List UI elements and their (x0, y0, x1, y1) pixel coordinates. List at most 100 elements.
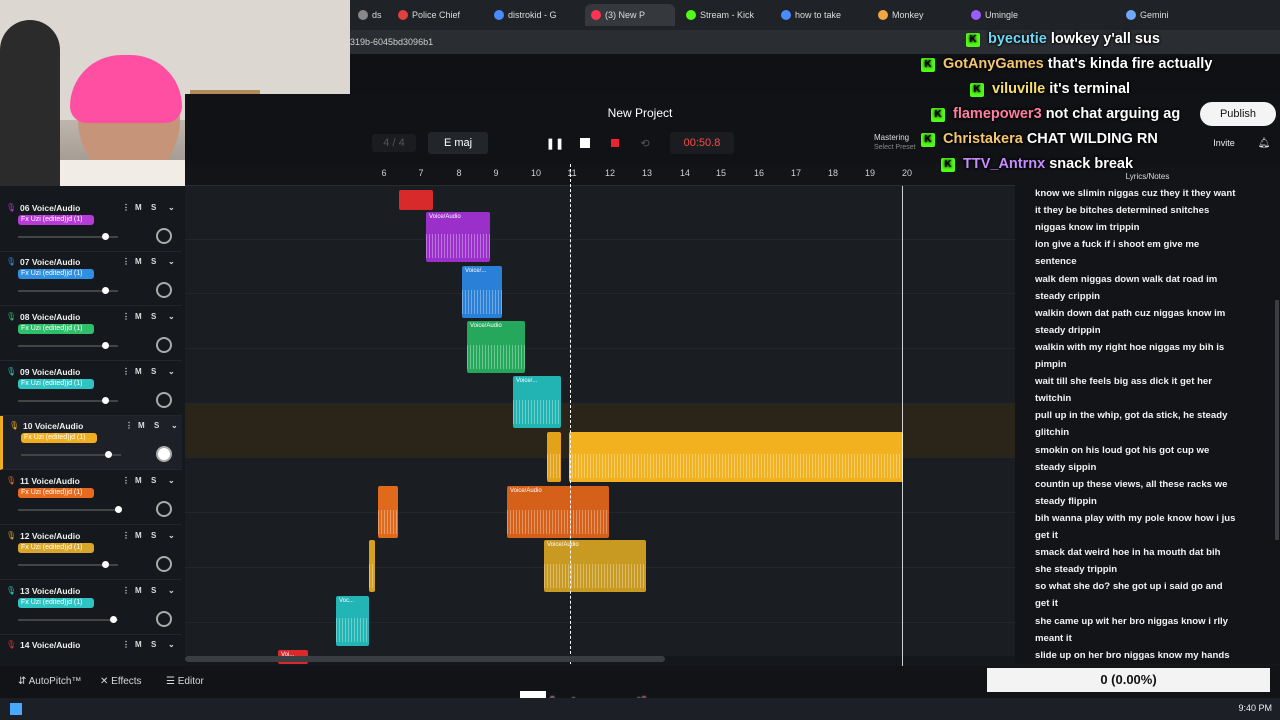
track-header[interactable]: 🎙︎ 13 Voice/Audio ⋮ M S ⌄ Fx Uzi (edited)jd (1… (0, 581, 182, 635)
record-button[interactable] (605, 134, 625, 152)
project-end-marker[interactable] (902, 186, 903, 666)
lyrics-line[interactable]: niggas know im trippin (1035, 219, 1260, 236)
track-header[interactable]: 🎙︎ 07 Voice/Audio ⋮ M S ⌄ Fx Uzi (edited)jd (1… (0, 252, 182, 306)
volume-slider[interactable] (18, 616, 118, 623)
pan-knob[interactable] (156, 228, 172, 244)
track-name[interactable]: 06 Voice/Audio (20, 203, 80, 213)
browser-tab[interactable]: Monkey (872, 4, 960, 26)
more-menu-icon[interactable]: ⋮ (122, 531, 130, 540)
lyrics-line[interactable]: so what she do? she got up i said go and (1035, 578, 1260, 595)
fx-chip[interactable]: Fx Uzi (edited)jd (1) (18, 379, 94, 389)
lyrics-line[interactable]: she came up wit her bro niggas know i rl… (1035, 613, 1260, 630)
volume-slider[interactable] (18, 342, 118, 349)
volume-thumb[interactable] (102, 561, 109, 568)
volume-thumb[interactable] (105, 451, 112, 458)
key-selector[interactable]: E maj (428, 132, 488, 154)
more-menu-icon[interactable]: ⋮ (122, 586, 130, 595)
lyrics-line[interactable]: countin up these views, all these racks … (1035, 476, 1260, 493)
lyrics-line[interactable]: meant it (1035, 630, 1260, 647)
browser-tab[interactable]: how to take (775, 4, 865, 26)
lyrics-line[interactable]: walk dem niggas down walk dat road im (1035, 271, 1260, 288)
solo-button[interactable]: S (151, 586, 156, 595)
volume-slider[interactable] (18, 506, 122, 513)
lyrics-line[interactable]: get it (1035, 527, 1260, 544)
volume-thumb[interactable] (102, 342, 109, 349)
lyrics-line[interactable]: smokin on his loud got his got cup we (1035, 442, 1260, 459)
stop-button[interactable] (575, 134, 595, 152)
audio-clip[interactable]: Voice/Audio (467, 321, 525, 373)
track-header[interactable]: 🎙︎ 06 Voice/Audio ⋮ M S ⌄ Fx Uzi (edited)jd (1… (0, 198, 182, 252)
lyrics-line[interactable]: steady sippin (1035, 459, 1260, 476)
chevron-down-icon[interactable]: ⌄ (168, 203, 175, 212)
track-name[interactable]: 09 Voice/Audio (20, 367, 80, 377)
track-name[interactable]: 10 Voice/Audio (23, 421, 83, 431)
mute-button[interactable]: M (135, 312, 142, 321)
mute-button[interactable]: M (135, 203, 142, 212)
track-name[interactable]: 13 Voice/Audio (20, 586, 80, 596)
mute-button[interactable]: M (135, 476, 142, 485)
lyrics-line[interactable]: steady crippin (1035, 288, 1260, 305)
chevron-down-icon[interactable]: ⌄ (168, 476, 175, 485)
pan-knob[interactable] (156, 446, 172, 462)
bars-display[interactable]: 4 / 4 (372, 134, 416, 152)
audio-clip[interactable]: Voice/... (462, 266, 502, 318)
browser-tab[interactable]: Umingle (965, 4, 1050, 26)
more-menu-icon[interactable]: ⋮ (125, 421, 133, 430)
audio-clip[interactable]: Voice/Audio (426, 212, 490, 262)
chevron-down-icon[interactable]: ⌄ (168, 312, 175, 321)
audio-clip[interactable] (369, 540, 375, 592)
audio-clip[interactable] (399, 190, 433, 210)
more-menu-icon[interactable]: ⋮ (122, 640, 130, 649)
volume-slider[interactable] (18, 233, 118, 240)
more-menu-icon[interactable]: ⋮ (122, 312, 130, 321)
more-menu-icon[interactable]: ⋮ (122, 257, 130, 266)
audio-clip[interactable]: Voice/Audio (544, 540, 646, 592)
volume-thumb[interactable] (110, 616, 117, 623)
lyrics-line[interactable]: steady drippin (1035, 322, 1260, 339)
pan-knob[interactable] (156, 556, 172, 572)
audio-clip[interactable]: Voc... (336, 596, 369, 646)
pause-button[interactable]: ❚❚ (545, 134, 565, 152)
playhead[interactable] (570, 164, 571, 664)
pan-knob[interactable] (156, 282, 172, 298)
chevron-down-icon[interactable]: ⌄ (168, 586, 175, 595)
pan-knob[interactable] (156, 337, 172, 353)
volume-slider[interactable] (18, 397, 118, 404)
pan-knob[interactable] (156, 501, 172, 517)
start-icon[interactable] (10, 703, 22, 715)
audio-clip[interactable]: Voice/Audio (507, 486, 609, 538)
pan-knob[interactable] (156, 611, 172, 627)
pan-knob[interactable] (156, 392, 172, 408)
track-header[interactable]: 🎙︎ 10 Voice/Audio ⋮ M S ⌄ Fx Uzi (edited)jd (1… (0, 416, 182, 470)
track-name[interactable]: 07 Voice/Audio (20, 257, 80, 267)
audio-clip[interactable] (378, 486, 398, 538)
publish-button[interactable]: Publish (1200, 102, 1276, 126)
volume-slider[interactable] (21, 451, 121, 458)
chevron-down-icon[interactable]: ⌄ (168, 531, 175, 540)
mute-button[interactable]: M (138, 421, 145, 430)
browser-tab[interactable]: Gemini (1120, 4, 1178, 26)
mute-button[interactable]: M (135, 257, 142, 266)
lyrics-line[interactable]: steady flippin (1035, 493, 1260, 510)
solo-button[interactable]: S (151, 312, 156, 321)
browser-tab[interactable]: Stream - Kick (680, 4, 770, 26)
track-header[interactable]: 🎙︎ 09 Voice/Audio ⋮ M S ⌄ Fx Uzi (edited)jd (1… (0, 362, 182, 416)
track-name[interactable]: 08 Voice/Audio (20, 312, 80, 322)
fx-chip[interactable]: Fx Uzi (edited)jd (1) (21, 433, 97, 443)
fx-chip[interactable]: Fx Uzi (edited)jd (1) (18, 488, 94, 498)
browser-tab[interactable]: distrokid - G (488, 4, 578, 26)
fx-chip[interactable]: Fx Uzi (edited)jd (1) (18, 324, 94, 334)
notifications-bell-icon[interactable]: 🔔︎ (1255, 134, 1273, 152)
volume-thumb[interactable] (102, 233, 109, 240)
more-menu-icon[interactable]: ⋮ (122, 476, 130, 485)
lyrics-line[interactable]: walkin down dat path cuz niggas know im (1035, 305, 1260, 322)
lyrics-scrollbar[interactable] (1275, 300, 1279, 540)
mastering-button[interactable]: Mastering Select Preset (850, 130, 930, 156)
track-lane[interactable] (185, 295, 1015, 349)
fx-chip[interactable]: Fx Uzi (edited)jd (1) (18, 269, 94, 279)
track-header[interactable]: 🎙︎ 11 Voice/Audio ⋮ M S ⌄ Fx Uzi (edited)jd (1… (0, 471, 182, 525)
more-menu-icon[interactable]: ⋮ (122, 367, 130, 376)
volume-thumb[interactable] (102, 287, 109, 294)
solo-button[interactable]: S (151, 257, 156, 266)
loop-button[interactable]: ⟲ (635, 134, 655, 152)
